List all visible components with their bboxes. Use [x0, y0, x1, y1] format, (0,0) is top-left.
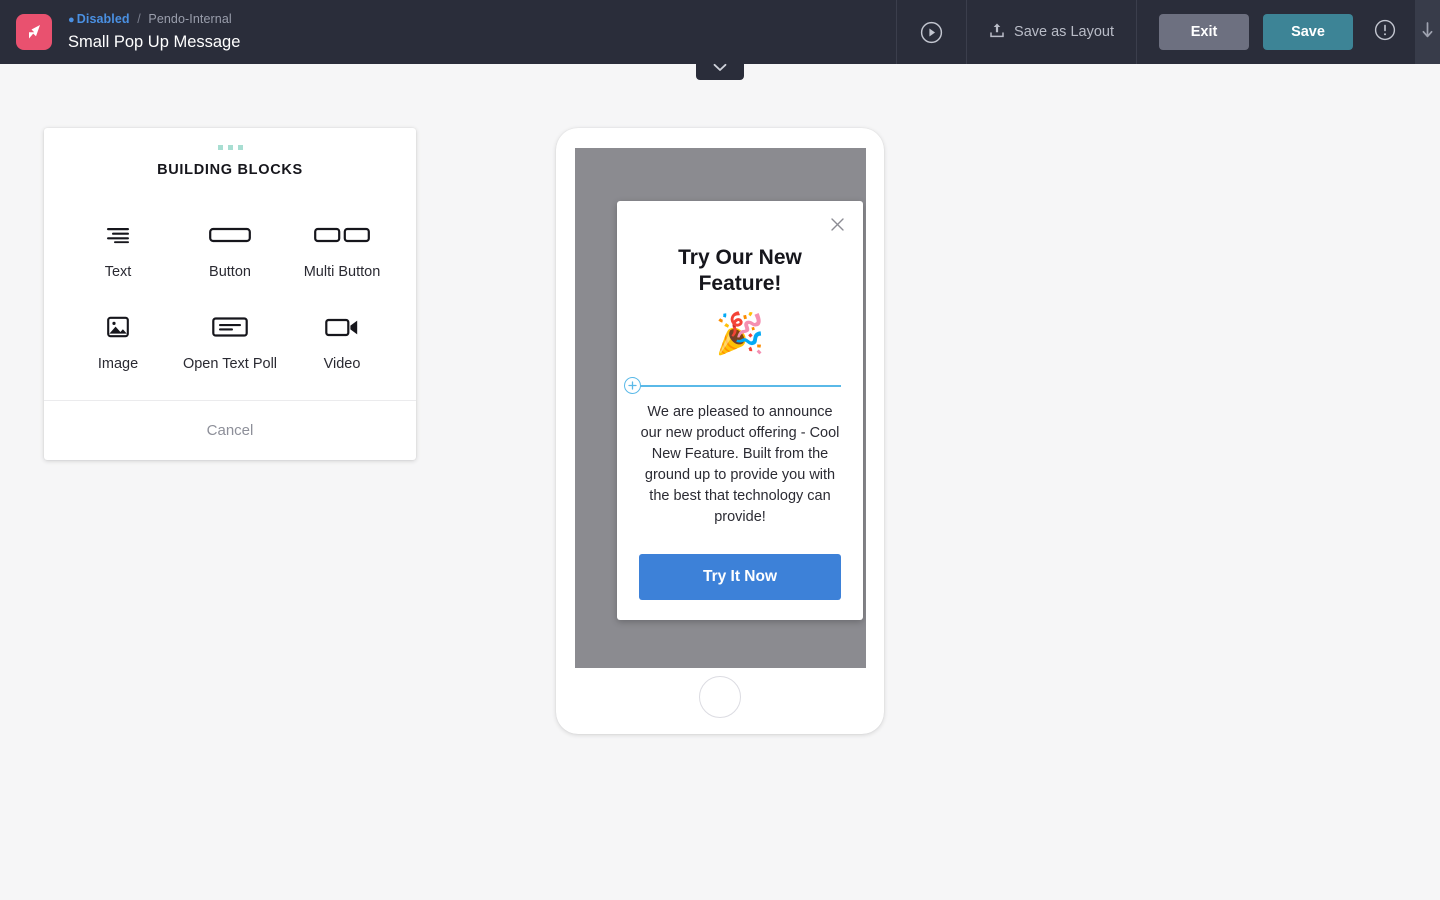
building-block-image[interactable]: Image [62, 306, 174, 372]
button-rect-icon [209, 214, 251, 256]
dot-icon [237, 145, 243, 150]
building-block-multi-button[interactable]: Multi Button [286, 214, 398, 280]
multi-button-icon [314, 214, 370, 256]
building-blocks-panel: BUILDING BLOCKS Text Button Multi Button… [44, 128, 416, 460]
building-block-open-text-poll[interactable]: Open Text Poll [174, 306, 286, 372]
building-block-label: Open Text Poll [182, 356, 278, 372]
building-block-label: Multi Button [303, 264, 381, 280]
try-it-now-button[interactable]: Try It Now [639, 554, 841, 601]
exit-button[interactable]: Exit [1159, 14, 1249, 50]
top-bar: ● Disabled / Pendo-Internal Small Pop Up … [0, 0, 1440, 64]
preview-button[interactable] [896, 0, 966, 64]
page-title: Small Pop Up Message [68, 32, 241, 51]
phone-preview-frame: Try Our New Feature! 🎉 We are pleased to… [556, 128, 884, 734]
building-block-label: Image [97, 356, 139, 372]
action-buttons: Exit Save [1136, 0, 1367, 64]
dot-icon [217, 145, 223, 150]
warnings-button[interactable] [1367, 0, 1415, 64]
guide-popup[interactable]: Try Our New Feature! 🎉 We are pleased to… [617, 201, 863, 621]
dot-icon [227, 145, 233, 150]
close-icon[interactable] [826, 213, 849, 236]
breadcrumb-app-name[interactable]: Pendo-Internal [148, 12, 231, 26]
arrow-down-icon[interactable] [1421, 22, 1434, 45]
phone-screen: Try Our New Feature! 🎉 We are pleased to… [575, 148, 866, 668]
save-button[interactable]: Save [1263, 14, 1353, 50]
building-block-button[interactable]: Button [174, 214, 286, 280]
building-block-video[interactable]: Video [286, 306, 398, 372]
breadcrumb-separator: / [137, 11, 141, 26]
status-badge[interactable]: Disabled [77, 12, 130, 26]
cancel-button[interactable]: Cancel [207, 422, 254, 439]
insert-rule [639, 384, 841, 387]
plus-circle-icon[interactable] [624, 377, 641, 394]
drag-handle-dots[interactable] [44, 128, 416, 150]
play-circle-icon[interactable] [919, 20, 944, 45]
exclamation-circle-icon[interactable] [1373, 18, 1397, 47]
building-blocks-footer: Cancel [44, 400, 416, 460]
insert-block-line[interactable] [624, 376, 841, 396]
popup-title: Try Our New Feature! [678, 246, 802, 296]
home-button-circle[interactable] [699, 676, 741, 718]
building-blocks-heading: BUILDING BLOCKS [157, 162, 303, 178]
party-popper-emoji-icon: 🎉 [715, 310, 765, 357]
open-text-poll-icon [212, 306, 248, 348]
right-rail[interactable] [1415, 0, 1440, 64]
building-block-label: Text [104, 264, 132, 280]
pendo-arrow-logo-icon[interactable] [16, 14, 52, 50]
video-camera-icon [325, 306, 359, 348]
title-block: ● Disabled / Pendo-Internal Small Pop Up … [68, 12, 240, 52]
status-dot-icon: ● [68, 13, 75, 26]
collapse-toolbar-tab[interactable] [696, 56, 744, 80]
chevron-down-icon[interactable] [713, 59, 727, 77]
building-block-text[interactable]: Text [62, 214, 174, 280]
upload-icon [989, 22, 1005, 43]
image-icon [106, 306, 130, 348]
brand-zone: ● Disabled / Pendo-Internal Small Pop Up … [0, 0, 252, 64]
save-as-layout-label: Save as Layout [1014, 24, 1114, 40]
save-as-layout-button[interactable]: Save as Layout [966, 0, 1136, 64]
text-lines-icon [105, 214, 131, 256]
building-blocks-grid: Text Button Multi Button Image Open Text… [44, 178, 416, 400]
building-block-label: Button [209, 264, 251, 280]
breadcrumb: ● Disabled / Pendo-Internal [68, 12, 240, 28]
popup-body-text: We are pleased to announce our new produ… [640, 403, 840, 526]
building-block-label: Video [323, 356, 361, 372]
